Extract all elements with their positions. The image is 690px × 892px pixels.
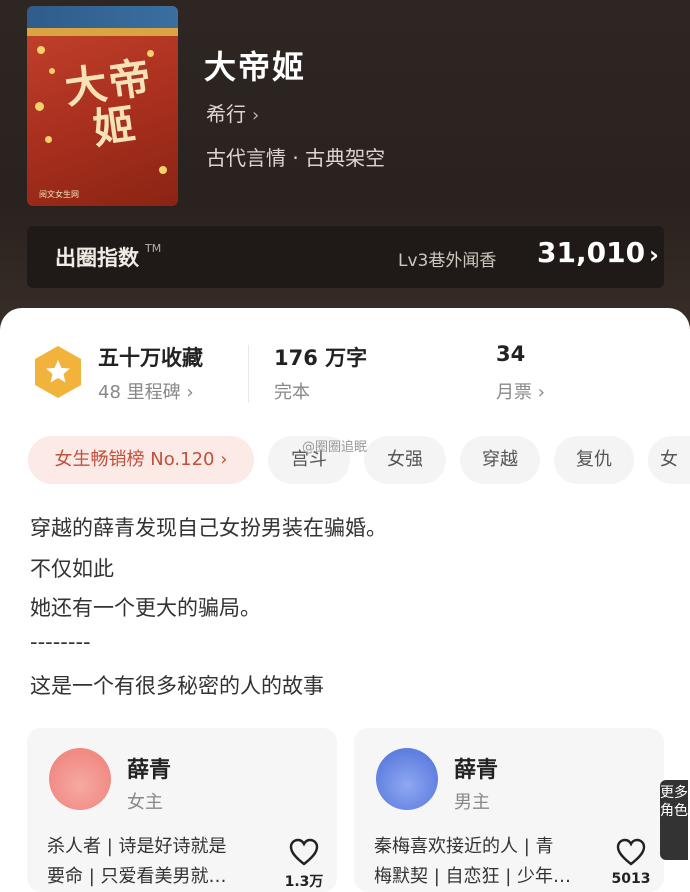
synopsis-line: 这是一个有很多秘密的人的故事 bbox=[30, 674, 324, 698]
character-description-line: 杀人者 | 诗是好诗就是 bbox=[47, 836, 227, 857]
book-genre: 古代言情 · 古典架空 bbox=[206, 146, 386, 170]
author-link[interactable]: 希行 › bbox=[206, 98, 259, 127]
chevron-right-icon: › bbox=[649, 241, 659, 269]
tag-strong-female[interactable]: 女强 bbox=[364, 436, 446, 484]
like-count: 1.3万 bbox=[284, 874, 324, 890]
chevron-right-icon: › bbox=[537, 382, 545, 403]
character-name: 薛青 bbox=[454, 758, 499, 783]
bestseller-rank-tag[interactable]: 女生畅销榜 No.120 › bbox=[28, 436, 254, 484]
cover-blossom bbox=[45, 136, 52, 143]
character-avatar bbox=[49, 748, 111, 810]
character-name: 薛青 bbox=[127, 758, 172, 783]
milestone-link[interactable]: 48 里程碑 › bbox=[98, 378, 194, 404]
milestone-badge-icon bbox=[35, 346, 81, 398]
popularity-index-label: 出圈指数 TM bbox=[55, 242, 161, 272]
cover-title-art: 大帝姬 bbox=[61, 52, 156, 154]
cover-blossom bbox=[159, 166, 167, 174]
synopsis-line: 她还有一个更大的骗局。 bbox=[30, 596, 261, 620]
book-header: 大帝姬 阅文女生网 大帝姬 希行 › 古代言情 · 古典架空 出圈指数 TM Lv3… bbox=[0, 0, 690, 340]
like-count: 5013 bbox=[611, 871, 651, 887]
character-description: 秦梅喜欢接近的人 | 青 梅默契 | 自恋狂 | 少年… bbox=[374, 832, 594, 892]
monthly-ticket-label: 月票 bbox=[496, 382, 532, 403]
word-count: 176 万字 bbox=[274, 346, 368, 370]
heart-icon[interactable] bbox=[289, 838, 319, 866]
tag-partial[interactable]: 女 bbox=[648, 436, 690, 484]
cover-blossom bbox=[35, 102, 44, 111]
heart-icon[interactable] bbox=[616, 838, 646, 866]
completion-status: 完本 bbox=[274, 382, 310, 403]
trademark-mark: TM bbox=[145, 242, 162, 255]
character-card[interactable]: 薛青 女主 杀人者 | 诗是好诗就是 要命 | 只爱看美男就… 1.3万 bbox=[27, 728, 337, 892]
monthly-ticket-link[interactable]: 月票 › bbox=[496, 378, 545, 404]
chevron-right-icon: › bbox=[186, 382, 194, 403]
chevron-right-icon: › bbox=[252, 105, 260, 126]
popularity-score: 31,010 bbox=[537, 236, 646, 269]
more-roles-button[interactable]: 更多角色 bbox=[660, 780, 688, 860]
synopsis-separator: -------- bbox=[30, 630, 91, 654]
stats-divider bbox=[248, 345, 249, 403]
cover-roof-art bbox=[27, 28, 178, 36]
character-role: 女主 bbox=[127, 792, 163, 813]
watermark: @圈圈追眠 bbox=[302, 440, 368, 455]
popularity-level: Lv3巷外闻香 bbox=[398, 251, 497, 271]
character-card[interactable]: 薛青 男主 秦梅喜欢接近的人 | 青 梅默契 | 自恋狂 | 少年… 5013 bbox=[354, 728, 664, 892]
chevron-right-icon: › bbox=[220, 449, 228, 470]
cover-wall-art bbox=[27, 6, 178, 28]
character-description: 杀人者 | 诗是好诗就是 要命 | 只爱看美男就… bbox=[47, 832, 267, 892]
collect-count: 五十万收藏 bbox=[98, 346, 203, 370]
character-avatar bbox=[376, 748, 438, 810]
popularity-index-text: 出圈指数 bbox=[55, 246, 139, 270]
cover-publisher: 阅文女生网 bbox=[39, 190, 79, 199]
tag-time-travel[interactable]: 穿越 bbox=[460, 436, 540, 484]
tag-revenge[interactable]: 复仇 bbox=[554, 436, 634, 484]
bestseller-rank-text: 女生畅销榜 No.120 bbox=[54, 449, 215, 470]
milestone-text: 48 里程碑 bbox=[98, 382, 181, 403]
character-description-line: 秦梅喜欢接近的人 | 青 bbox=[374, 836, 554, 857]
popularity-index-bar[interactable]: 出圈指数 TM Lv3巷外闻香 31,010 › bbox=[27, 226, 664, 288]
synopsis-line: 不仅如此 bbox=[30, 557, 114, 581]
synopsis-line: 穿越的薛青发现自己女扮男装在骗婚。 bbox=[30, 516, 387, 540]
author-name: 希行 bbox=[206, 102, 246, 126]
book-cover[interactable]: 大帝姬 阅文女生网 bbox=[27, 6, 178, 206]
cover-blossom bbox=[37, 46, 45, 54]
character-description-line: 梅默契 | 自恋狂 | 少年… bbox=[374, 866, 572, 887]
character-description-line: 要命 | 只爱看美男就… bbox=[47, 866, 227, 887]
monthly-ticket-count: 34 bbox=[496, 342, 526, 366]
book-title: 大帝姬 bbox=[204, 48, 307, 86]
character-role: 男主 bbox=[454, 792, 490, 813]
